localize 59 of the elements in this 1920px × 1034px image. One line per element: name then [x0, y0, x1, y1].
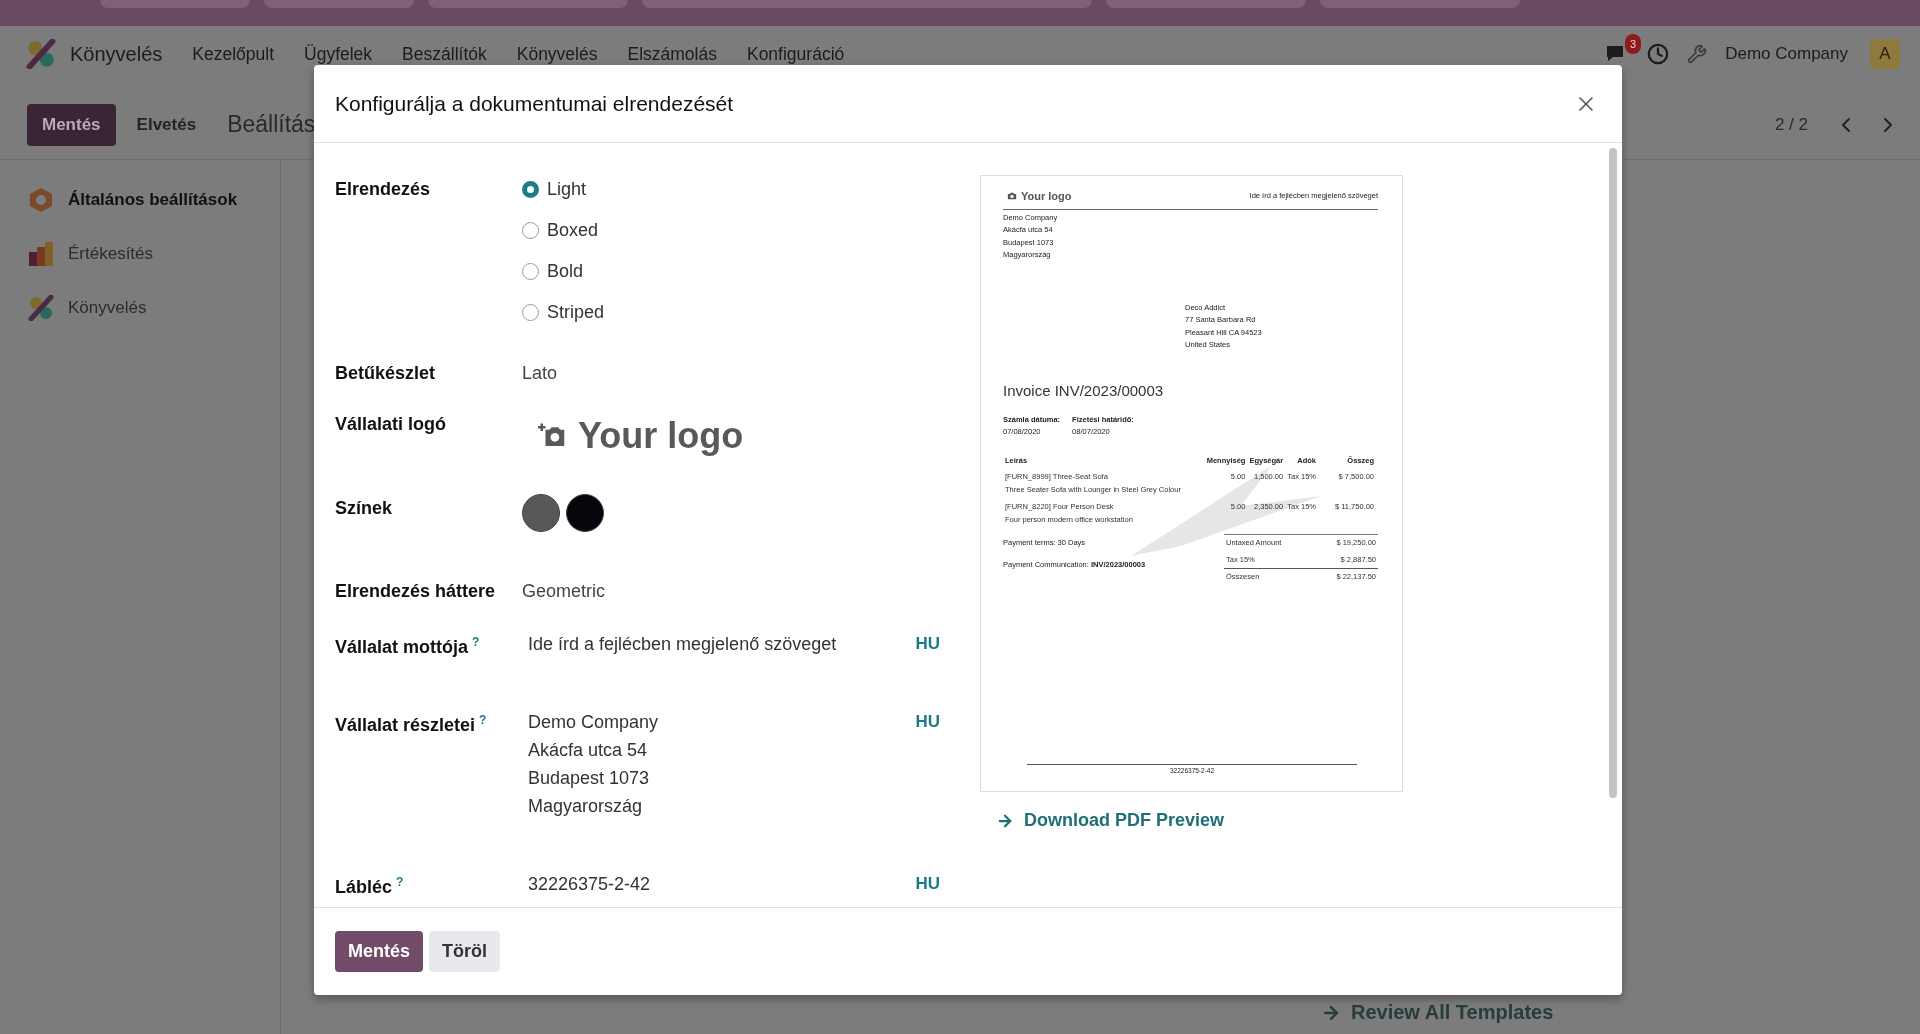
menu-item[interactable]: Könyvelés — [516, 45, 598, 63]
menu-item[interactable]: Elszámolás — [627, 45, 717, 63]
language-button[interactable]: HU — [915, 634, 940, 654]
language-button[interactable]: HU — [915, 874, 940, 894]
pager: 2 / 2 — [1774, 114, 1808, 135]
field-label: Színek — [335, 497, 394, 520]
templates-link[interactable]: Review All Templates — [1321, 1001, 1920, 1024]
discard-button[interactable]: Elvetés — [121, 103, 212, 146]
hexagon-icon — [28, 187, 54, 213]
field-value: Lato — [522, 362, 559, 385]
language-button[interactable]: HU — [915, 712, 940, 732]
percent-icon — [28, 295, 54, 321]
radio-label: Boxed — [547, 220, 599, 241]
dialog-title: Konfigurálja a dokumentumai elrendezését — [335, 91, 734, 116]
field-label: Vállalat mottója $^{?}$ — [335, 634, 481, 659]
save-button[interactable]: Mentés — [335, 931, 423, 972]
sidebar-item[interactable]: Könyvelés — [0, 290, 280, 326]
menu-item[interactable]: Ügyfelek — [304, 45, 373, 63]
field-label: Elrendezés háttere — [335, 580, 497, 603]
camera-icon — [1007, 191, 1017, 202]
radio-label: Striped — [547, 302, 605, 323]
app-name[interactable]: Könyvelés — [70, 45, 163, 63]
radio-button[interactable] — [522, 304, 539, 321]
field-label: Lábléc $^{?}$ — [335, 874, 405, 899]
text-field[interactable]: Demo Company Akácfa utca 54 Budapest 1073 Magyarország — [528, 708, 916, 820]
user-avatar[interactable]: A — [1870, 39, 1900, 69]
field-label: Vállalat részletei $^{?}$ — [335, 712, 488, 737]
color-swatch[interactable] — [566, 494, 604, 532]
save-button[interactable]: Mentés — [27, 103, 116, 146]
color-swatch[interactable] — [522, 494, 560, 532]
percent-icon — [26, 39, 56, 69]
logo-placeholder[interactable]: Your logo — [578, 415, 744, 457]
bar-chart-icon — [28, 241, 54, 267]
clock-icon[interactable] — [1647, 43, 1670, 65]
menu-item[interactable]: Beszállítók — [402, 45, 487, 63]
radio-button[interactable] — [522, 181, 539, 198]
radio-button[interactable] — [522, 222, 539, 239]
radio-label: Bold — [547, 261, 584, 282]
field-label: Vállalati logó — [335, 413, 448, 436]
invoice-title: Invoice INV/2023/00003 — [1003, 381, 1165, 400]
company-name[interactable]: Demo Company — [1725, 45, 1848, 63]
scrollbar-thumb[interactable] — [1609, 148, 1617, 798]
menu-item[interactable]: Kezelőpult — [192, 45, 274, 63]
cancel-button[interactable]: Töröl — [429, 931, 500, 972]
page-title: Beállítás — [227, 111, 316, 138]
sidebar-item[interactable]: Általános beállítások — [0, 182, 280, 218]
field-label: Betűkészlet — [335, 362, 437, 385]
notification-badge: 3 — [1625, 34, 1642, 54]
download-link[interactable]: Download PDF Preview — [996, 810, 1403, 831]
field-value: Geometric — [522, 580, 607, 603]
radio-label: Light — [547, 179, 587, 200]
sidebar-item[interactable]: Értékesítés — [0, 236, 280, 272]
menu-item[interactable]: Konfiguráció — [746, 45, 845, 63]
field-label: Elrendezés — [335, 178, 432, 201]
text-field[interactable]: 32226375-2-42 — [528, 870, 916, 898]
text-field[interactable]: Ide írd a fejlécben megjelenő szöveget — [528, 630, 916, 658]
wrench-icon[interactable] — [1687, 44, 1708, 64]
radio-button[interactable] — [522, 263, 539, 280]
logo-text: Your logo — [1021, 190, 1072, 203]
